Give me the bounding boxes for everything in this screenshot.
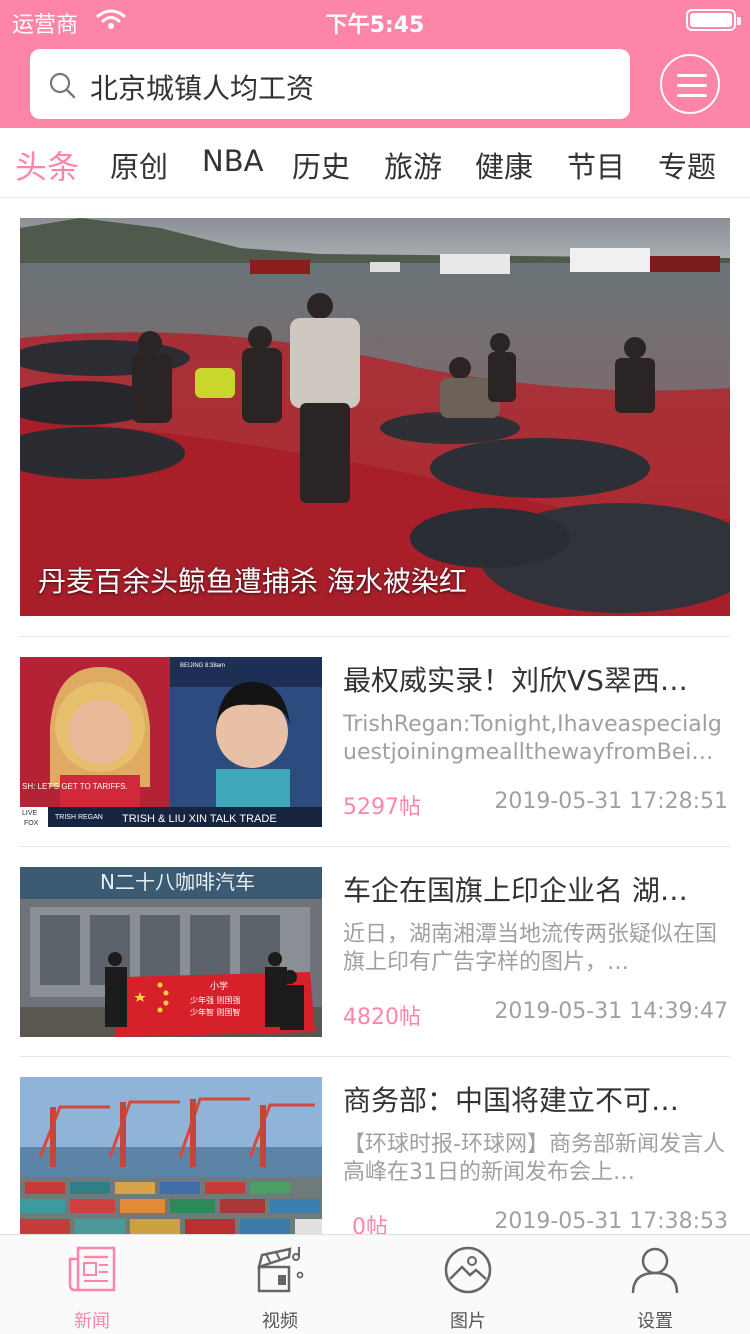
article-thumbnail: TRISH & LIU XIN TALK TRADE SH: LET'S GET… xyxy=(20,657,322,827)
article-summary: 近日，湖南湘潭当地流传两张疑似在国旗上印有广告字样的图片，… xyxy=(343,922,718,975)
article-thumbnail xyxy=(20,1077,322,1234)
post-count: 5297帖 xyxy=(343,795,421,820)
article-date: 2019-05-31 14:39:47 xyxy=(494,999,728,1024)
thumb-sign: N二十八咖啡汽车 xyxy=(100,870,255,894)
article-title: 最权威实录！刘欣VS翠西… xyxy=(343,664,688,697)
battery-icon xyxy=(686,9,741,31)
menu-icon-bar xyxy=(677,84,707,87)
article-item[interactable]: 商务部：中国将建立不可… 【环球时报-环球网】商务部新闻发言人高峰在31日的新闻… xyxy=(0,1077,750,1234)
tab-headlines[interactable]: 头条 xyxy=(15,142,79,188)
tab-label: 新闻 xyxy=(74,1311,110,1332)
status-bar: 运营商 下午5:45 xyxy=(0,0,750,40)
divider xyxy=(20,1056,730,1057)
category-tabs: 头条 原创 NBA 历史 旅游 健康 节目 专题 xyxy=(0,128,750,198)
tab-health[interactable]: 健康 xyxy=(475,144,533,186)
thumb-caption: TRISH & LIU XIN TALK TRADE xyxy=(122,813,277,825)
article-date: 2019-05-31 17:28:51 xyxy=(494,789,728,814)
tab-label: 图片 xyxy=(450,1311,486,1332)
thumb-flag-text: 少年强 则国强 xyxy=(190,995,241,1005)
divider xyxy=(20,846,730,847)
news-feed: 丹麦百余头鲸鱼遭捕杀 海水被染红 TRISH & LIU XIN TALK TR… xyxy=(0,198,750,1234)
video-icon xyxy=(257,1247,304,1293)
tab-label: 设置 xyxy=(637,1311,673,1332)
hero-article[interactable]: 丹麦百余头鲸鱼遭捕杀 海水被染红 xyxy=(20,218,730,616)
article-summary: 【环球时报-环球网】商务部新闻发言人高峰在31日的新闻发布会上… xyxy=(343,1132,725,1185)
thumb-live: LIVE xyxy=(22,810,38,817)
tab-label: 视频 xyxy=(262,1311,298,1332)
tab-programs[interactable]: 节目 xyxy=(567,144,625,186)
hero-caption: 丹麦百余头鲸鱼遭捕杀 海水被染红 xyxy=(38,565,467,598)
thumb-label: BEIJING 8:38am xyxy=(180,663,225,669)
menu-icon-bar xyxy=(677,94,707,97)
menu-icon-bar xyxy=(677,74,707,77)
image-icon xyxy=(444,1246,492,1294)
tab-pictures[interactable]: 图片 xyxy=(408,1245,528,1333)
post-count: 0帖 xyxy=(352,1215,388,1234)
post-count: 4820帖 xyxy=(343,1005,421,1030)
tab-video[interactable]: 视频 xyxy=(220,1245,340,1333)
thumb-flag-text: 小学 xyxy=(210,980,228,992)
app-header: 运营商 下午5:45 北京城镇人均工资 xyxy=(0,0,750,128)
person-icon xyxy=(631,1247,679,1294)
search-icon xyxy=(49,72,76,99)
tab-original[interactable]: 原创 xyxy=(110,144,168,186)
tab-history[interactable]: 历史 xyxy=(292,144,350,186)
bottom-tab-bar: 新闻 视频 图片 设置 xyxy=(0,1234,750,1334)
clock: 下午5:45 xyxy=(325,13,425,38)
search-bar[interactable]: 北京城镇人均工资 xyxy=(30,49,630,119)
tab-news[interactable]: 新闻 xyxy=(32,1245,152,1333)
article-item[interactable]: TRISH & LIU XIN TALK TRADE SH: LET'S GET… xyxy=(0,657,750,827)
search-input[interactable]: 北京城镇人均工资 xyxy=(90,67,314,107)
newspaper-icon xyxy=(68,1246,116,1292)
thumb-network: FOX xyxy=(24,820,39,827)
article-thumbnail: N二十八咖啡汽车 小学 少年强 则国强 少年智 则国智 xyxy=(20,867,322,1037)
hero-image xyxy=(20,218,730,616)
menu-button[interactable] xyxy=(660,54,720,114)
article-date: 2019-05-31 17:38:53 xyxy=(494,1209,728,1234)
tab-topics[interactable]: 专题 xyxy=(658,144,716,186)
divider xyxy=(20,636,730,637)
thumb-name: TRISH REGAN xyxy=(55,814,103,821)
article-summary: TrishRegan:Tonight,Ihaveaspecialguestjoi… xyxy=(343,712,722,765)
thumb-banner: SH: LET'S GET TO TARIFFS. xyxy=(22,782,128,791)
tab-settings[interactable]: 设置 xyxy=(595,1245,715,1333)
tab-nba[interactable]: NBA xyxy=(202,144,263,178)
tab-travel[interactable]: 旅游 xyxy=(384,144,442,186)
article-title: 车企在国旗上印企业名 湖… xyxy=(343,874,688,907)
article-title: 商务部：中国将建立不可… xyxy=(343,1084,680,1117)
thumb-flag-text: 少年智 则国智 xyxy=(190,1007,241,1017)
article-item[interactable]: N二十八咖啡汽车 小学 少年强 则国强 少年智 则国智 车企在国旗上印企业名 湖… xyxy=(0,867,750,1037)
